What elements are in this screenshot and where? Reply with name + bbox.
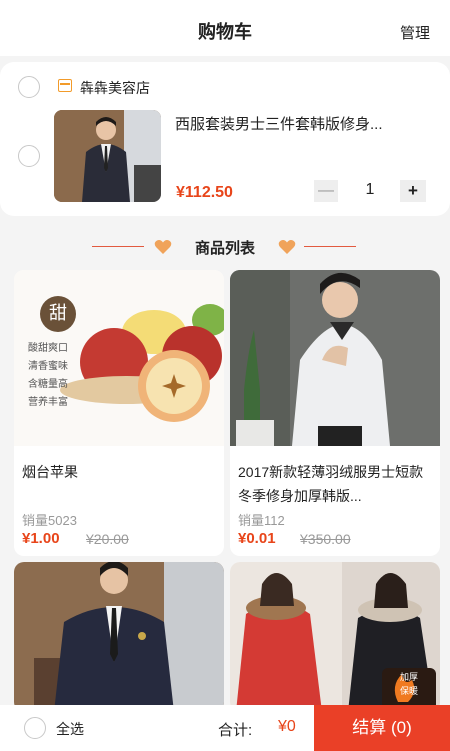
cart-item-title[interactable]: 西服套装男士三件套韩版修身... (175, 113, 425, 134)
total-label: 合计: (218, 722, 253, 739)
quantity-decrease-button[interactable]: — (314, 180, 338, 202)
product-badge: 甜 (40, 296, 76, 332)
product-name[interactable]: 烟台苹果 (22, 460, 218, 484)
quantity-value: 1 (365, 181, 375, 198)
product-price: ¥0.01 (238, 530, 276, 547)
product-image[interactable]: 甜 酸甜爽口 清香蜜味 含糖量高 营养丰富 (14, 270, 224, 446)
product-name[interactable]: 2017新款轻薄羽绒服男士短款冬季修身加厚韩版... (238, 460, 434, 508)
product-image[interactable] (14, 562, 224, 712)
product-list-header: 商品列表 (0, 232, 450, 262)
promo-line: 含糖量高 (28, 379, 68, 390)
page-title: 购物车 (198, 22, 252, 42)
promo-line: 营养丰富 (28, 397, 68, 408)
heart-icon (278, 240, 296, 254)
divider-right (304, 246, 356, 247)
product-sticker: 保暖 (400, 685, 418, 697)
select-all-label[interactable]: 全选 (56, 719, 84, 739)
product-sales: 销量5023 (22, 513, 77, 528)
product-sticker: 加厚 (400, 672, 418, 683)
product-card[interactable] (14, 562, 224, 712)
product-price: ¥1.00 (22, 530, 60, 547)
product-promo-text: 酸甜爽口 清香蜜味 含糖量高 营养丰富 (28, 340, 68, 412)
product-card[interactable]: 甜 酸甜爽口 清香蜜味 含糖量高 营养丰富 烟台苹果 销量5023 ¥1.00 … (14, 270, 224, 556)
product-card[interactable]: 2017新款轻薄羽绒服男士短款冬季修身加厚韩版... 销量112 ¥0.01 ¥… (230, 270, 440, 556)
manage-button[interactable]: 管理 (400, 22, 430, 43)
product-sales: 销量112 (238, 513, 285, 528)
shop-icon (58, 79, 72, 92)
cart-item-image[interactable] (54, 110, 161, 202)
shop-select-checkbox[interactable] (18, 76, 40, 98)
shop-name[interactable]: 犇犇美容店 (80, 78, 150, 98)
promo-line: 清香蜜味 (28, 361, 68, 372)
total-amount: ¥0 (278, 718, 296, 735)
product-image[interactable] (230, 270, 440, 446)
select-all-checkbox[interactable] (24, 717, 46, 739)
cart-item-price: ¥112.50 (176, 184, 233, 201)
top-bar: 购物车 管理 (0, 0, 450, 56)
checkout-button[interactable]: 结算 (0) (314, 705, 450, 751)
item-select-checkbox[interactable] (18, 145, 40, 167)
product-original-price: ¥20.00 (86, 531, 129, 547)
product-card[interactable]: 加厚 保暖 (230, 562, 440, 712)
product-list-title: 商品列表 (194, 240, 255, 257)
product-original-price: ¥350.00 (300, 531, 351, 547)
product-image[interactable]: 加厚 保暖 (230, 562, 440, 712)
quantity-increase-button[interactable]: + (400, 180, 426, 202)
promo-line: 酸甜爽口 (28, 343, 68, 354)
